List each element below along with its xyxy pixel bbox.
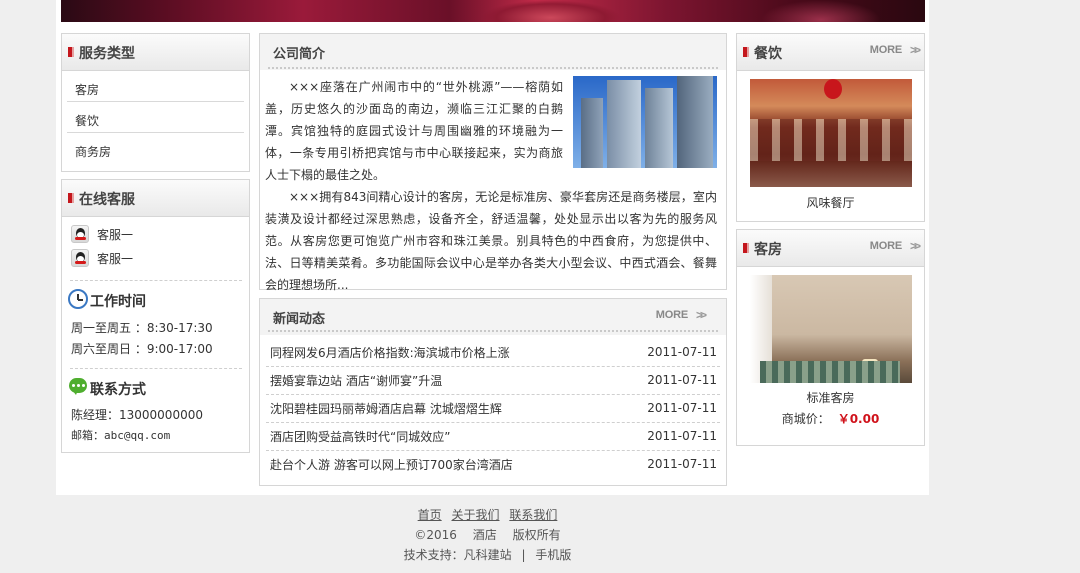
chat-icon <box>69 378 87 395</box>
online-service-title: 在线客服 <box>79 192 135 208</box>
restaurant-photo[interactable] <box>750 79 912 187</box>
footer-copyright: ©2016 酒店 版权所有 <box>0 525 975 545</box>
news-item-date: 2011-07-11 <box>647 373 717 387</box>
service-types-panel: 服务类型 客房 餐饮 商务房 <box>61 33 250 172</box>
company-intro-header: 公司简介 <box>260 34 726 70</box>
footer: 首页 关于我们 联系我们 ©2016 酒店 版权所有 技术支持：凡科建站 | 手… <box>0 505 975 565</box>
footer-divider: | <box>521 548 526 562</box>
dining-panel: 餐饮 MORE >> 风味餐厅 <box>736 33 925 222</box>
service-item-business[interactable]: 商务房 <box>67 133 244 163</box>
service-types-list: 客房 餐饮 商务房 <box>62 71 249 163</box>
online-service-panel: 在线客服 客服一 客服一 工作时间 周一至周五 ：8:30-17:30 周六至周… <box>61 179 250 453</box>
price-value: ￥0.00 <box>837 412 880 426</box>
mobile-link[interactable]: 手机版 <box>535 548 571 562</box>
qq-agent-label[interactable]: 客服一 <box>97 250 133 267</box>
footer-link-about[interactable]: 关于我们 <box>451 508 499 522</box>
clock-icon <box>68 289 88 309</box>
news-item[interactable]: 沈阳碧桂园玛丽蒂姆酒店启幕 沈城熠熠生辉 2011-07-11 <box>266 395 720 423</box>
room-photo[interactable] <box>750 275 912 383</box>
news-list: 同程网发6月酒店价格指数:海滨城市价格上涨 2011-07-11 摆婚宴靠边站 … <box>266 339 720 478</box>
divider <box>70 368 242 369</box>
more-arrow-icon: >> <box>909 43 921 57</box>
dotted-divider <box>268 330 718 332</box>
rooms-price: 商城价： ￥0.00 <box>737 410 924 427</box>
dotted-divider <box>268 67 718 69</box>
news-more-link[interactable]: MORE >> <box>656 308 707 322</box>
company-intro-title: 公司简介 <box>273 47 326 62</box>
building-photo <box>573 76 717 168</box>
rooms-more-link[interactable]: MORE >> <box>870 239 921 253</box>
news-item-date: 2011-07-11 <box>647 345 717 359</box>
news-panel: 新闻动态 MORE >> 同程网发6月酒店价格指数:海滨城市价格上涨 2011-0… <box>259 298 727 486</box>
rights-text: 版权所有 <box>512 528 561 542</box>
qq-agent-label[interactable]: 客服一 <box>97 226 133 243</box>
news-item-date: 2011-07-11 <box>647 429 717 443</box>
news-item-date: 2011-07-11 <box>647 401 717 415</box>
dining-more-link[interactable]: MORE >> <box>870 43 921 57</box>
rooms-caption[interactable]: 标准客房 <box>737 389 924 406</box>
dining-caption[interactable]: 风味餐厅 <box>737 194 924 211</box>
service-types-title: 服务类型 <box>79 46 135 62</box>
news-item[interactable]: 摆婚宴靠边站 酒店“谢师宴”升温 2011-07-11 <box>266 367 720 395</box>
divider <box>70 280 242 281</box>
news-title: 新闻动态 <box>273 312 326 327</box>
news-item-date: 2011-07-11 <box>647 457 717 471</box>
news-item-title[interactable]: 赴台个人游 游客可以网上预订700家台湾酒店 <box>270 456 513 473</box>
footer-link-contact[interactable]: 联系我们 <box>509 508 557 522</box>
company-intro-panel: 公司简介 ×××座落在广州闹市中的“世外桃源”——榕荫如盖，历史悠久的沙面岛的南… <box>259 33 727 292</box>
more-arrow-icon: >> <box>695 308 707 322</box>
news-item[interactable]: 同程网发6月酒店价格指数:海滨城市价格上涨 2011-07-11 <box>266 339 720 367</box>
header-banner <box>61 0 925 22</box>
footer-link-home[interactable]: 首页 <box>418 508 442 522</box>
hours-weekend: 周六至周日 ：9:00-17:00 <box>71 342 213 356</box>
footer-support: 技术支持：凡科建站 | 手机版 <box>0 545 975 565</box>
service-item-dining[interactable]: 餐饮 <box>67 102 244 133</box>
footer-links: 首页 关于我们 联系我们 <box>0 505 975 525</box>
news-item[interactable]: 赴台个人游 游客可以网上预订700家台湾酒店 2011-07-11 <box>266 451 720 478</box>
news-item-title[interactable]: 同程网发6月酒店价格指数:海滨城市价格上涨 <box>270 344 510 361</box>
support-link[interactable]: 技术支持：凡科建站 <box>404 548 512 562</box>
hours-weekday: 周一至周五 ：8:30-17:30 <box>71 321 213 335</box>
rooms-panel: 客房 MORE >> 标准客房 商城价： ￥0.00 <box>736 229 925 446</box>
site-name: 酒店 <box>472 528 497 542</box>
rooms-title: 客房 <box>754 242 782 258</box>
rooms-header: 客房 MORE >> <box>737 230 924 267</box>
qq-icon <box>71 249 89 267</box>
dining-title: 餐饮 <box>754 46 782 62</box>
news-item[interactable]: 酒店团购受益高铁时代“同城效应” 2011-07-11 <box>266 423 720 451</box>
contact-email: 邮箱：abc@qq.com <box>71 429 171 442</box>
more-arrow-icon: >> <box>909 239 921 253</box>
contact-manager: 陈经理：13000000000 <box>71 408 203 422</box>
service-item-rooms[interactable]: 客房 <box>67 71 244 102</box>
news-item-title[interactable]: 摆婚宴靠边站 酒店“谢师宴”升温 <box>270 372 442 389</box>
news-item-title[interactable]: 沈阳碧桂园玛丽蒂姆酒店启幕 沈城熠熠生辉 <box>270 400 502 417</box>
online-service-header: 在线客服 <box>62 180 249 217</box>
qq-icon <box>71 225 89 243</box>
dining-header: 餐饮 MORE >> <box>737 34 924 71</box>
intro-paragraph-2: ×××拥有843间精心设计的客房，无论是标准房、豪华套房还是商务楼层，室内装潢及… <box>265 190 717 292</box>
service-types-header: 服务类型 <box>62 34 249 71</box>
copyright-year: ©2016 <box>414 528 457 542</box>
company-intro-text: ×××座落在广州闹市中的“世外桃源”——榕荫如盖，历史悠久的沙面岛的南边，濒临三… <box>265 76 717 296</box>
news-item-title[interactable]: 酒店团购受益高铁时代“同城效应” <box>270 428 450 445</box>
price-label: 商城价： <box>781 412 830 426</box>
